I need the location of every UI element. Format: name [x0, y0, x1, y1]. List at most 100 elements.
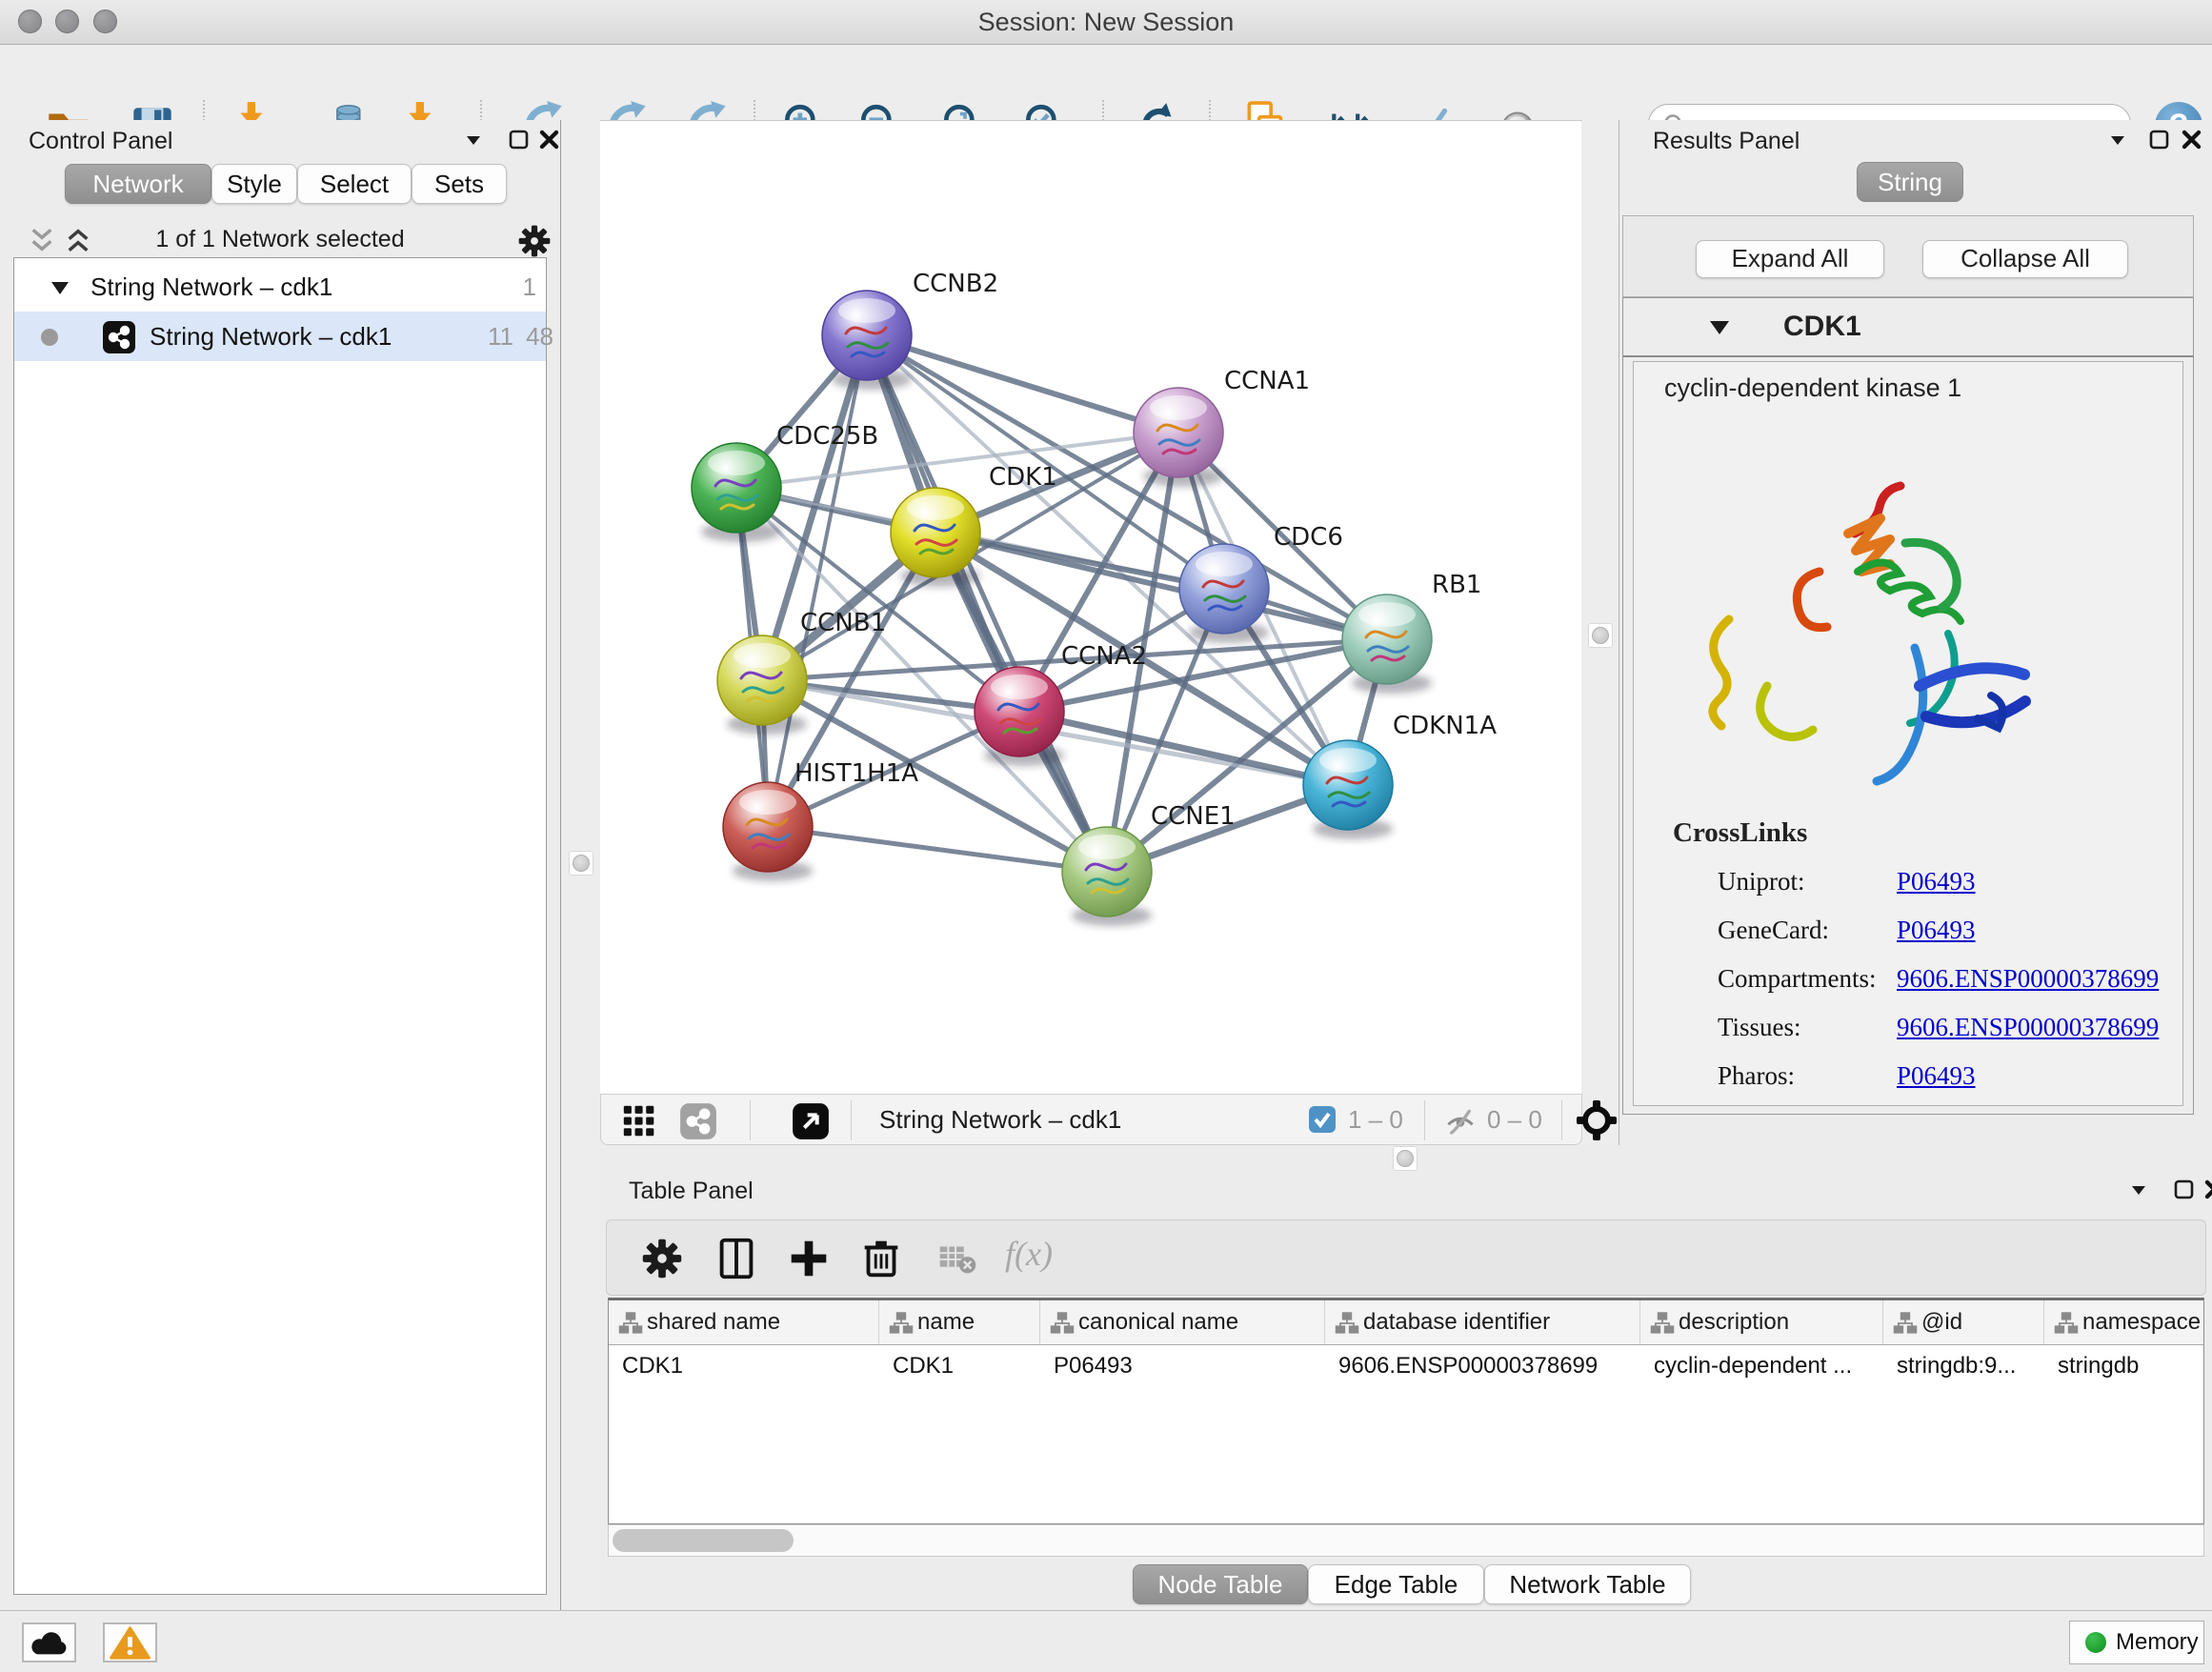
checkbox-checked-icon [1308, 1105, 1337, 1134]
network-row-selected[interactable]: String Network – cdk1 11 48 [14, 312, 546, 361]
protein-name: CDK1 [1783, 311, 1861, 343]
memory-status-dot [2085, 1632, 2106, 1653]
tab-edge-table[interactable]: Edge Table [1308, 1564, 1484, 1604]
table-panel-title: Table Panel [629, 1178, 754, 1205]
selected-nodes-checkbox[interactable] [1308, 1105, 1337, 1138]
column-header-database-identifier[interactable]: database identifier [1325, 1300, 1640, 1344]
control-tab-network[interactable]: Network [65, 164, 211, 204]
crosslink-row: Pharos: P06493 [1634, 1054, 2184, 1102]
crosslink-link[interactable]: P06493 [1897, 1061, 1976, 1091]
column-type-icon [618, 1311, 643, 1336]
network-selection-status: 1 of 1 Network selected [0, 226, 560, 253]
protein-section-header[interactable]: CDK1 [1623, 298, 2193, 357]
panel-close-icon[interactable] [2178, 126, 2206, 154]
table-cell[interactable]: P06493 [1054, 1344, 1321, 1386]
column-type-icon [1893, 1311, 1918, 1336]
crosslink-label: GeneCard: [1718, 916, 1829, 945]
tree-expand-icon[interactable] [49, 277, 71, 298]
table-cell[interactable]: CDK1 [893, 1344, 1036, 1386]
column-type-icon [1650, 1311, 1675, 1336]
vertical-splitter-right[interactable] [1582, 120, 1619, 1145]
show-columns-icon[interactable] [712, 1234, 761, 1283]
node-HIST1H1A[interactable]: HIST1H1A [723, 759, 918, 881]
edge-CCNB2-CCNE1[interactable] [867, 335, 1107, 872]
column-header-name[interactable]: name [879, 1300, 1040, 1344]
panel-float-icon[interactable] [459, 126, 488, 154]
tab-node-table[interactable]: Node Table [1133, 1564, 1308, 1604]
collapse-all-button[interactable]: Collapse All [1922, 240, 2128, 278]
expand-all-button[interactable]: Expand All [1696, 240, 1884, 278]
control-tab-style[interactable]: Style [211, 164, 297, 204]
panel-float-icon[interactable] [2103, 126, 2132, 154]
node-label-CCNA1: CCNA1 [1224, 367, 1310, 395]
panel-maximize-icon[interactable] [505, 126, 533, 154]
cloud-status-button[interactable] [22, 1622, 76, 1662]
scrollbar-thumb[interactable] [613, 1529, 794, 1552]
panel-float-icon[interactable] [2124, 1176, 2153, 1204]
panel-close-icon[interactable] [535, 126, 564, 154]
edge-CCNB2-CCNA1[interactable] [867, 335, 1178, 433]
panel-maximize-icon[interactable] [2145, 126, 2174, 154]
column-header--id[interactable]: @id [1883, 1300, 2044, 1344]
table-cell[interactable]: CDK1 [622, 1344, 875, 1386]
splitter-handle[interactable] [1588, 623, 1613, 648]
edge-HIST1H1A-CCNE1[interactable] [768, 827, 1107, 872]
node-CCNA1[interactable]: CCNA1 [1134, 367, 1310, 487]
table-cell[interactable]: cyclin-dependent ... [1654, 1344, 1880, 1386]
horizontal-splitter[interactable] [600, 1145, 2212, 1172]
column-header-canonical-name[interactable]: canonical name [1040, 1300, 1325, 1344]
tab-network-table[interactable]: Network Table [1484, 1564, 1691, 1604]
node-RB1[interactable]: RB1 [1342, 571, 1481, 694]
collection-count: 1 [479, 272, 536, 302]
gear-icon[interactable] [514, 221, 554, 261]
grid-view-icon[interactable] [622, 1104, 656, 1138]
column-header-description[interactable]: description [1640, 1300, 1883, 1344]
window-title: Session: New Session [0, 8, 2212, 37]
panel-maximize-icon[interactable] [2170, 1176, 2199, 1204]
table-toolbar: f(x) [606, 1219, 2206, 1296]
column-header-shared-name[interactable]: shared name [609, 1300, 879, 1344]
add-column-icon[interactable] [784, 1234, 834, 1283]
node-CCNE1[interactable]: CCNE1 [1062, 802, 1236, 926]
node-CCNB2[interactable]: CCNB2 [822, 270, 998, 390]
network-collection-row[interactable]: String Network – cdk1 1 [14, 262, 546, 312]
crosslink-link[interactable]: 9606.ENSP00000378699 [1897, 964, 2159, 994]
memory-button[interactable]: Memory [2069, 1621, 2204, 1664]
splitter-handle[interactable] [1393, 1146, 1418, 1171]
section-collapse-icon[interactable] [1707, 317, 1732, 338]
string-network-graph[interactable]: CCNB2CCNA1CDC25BCDK1CDC6RB1CCNB1CCNA2CDK… [600, 121, 1581, 1095]
warning-icon [105, 1624, 155, 1661]
function-builder-icon-disabled: f(x) [1005, 1234, 1053, 1274]
table-horizontal-scrollbar[interactable] [608, 1524, 2204, 1557]
table-panel: Table Panel [600, 1172, 2212, 1610]
crosslink-link[interactable]: P06493 [1897, 867, 1976, 896]
panel-close-icon[interactable] [2201, 1176, 2212, 1204]
warnings-button[interactable] [103, 1622, 157, 1662]
node-label-CDK1: CDK1 [989, 463, 1057, 492]
crosslink-label: Pharos: [1718, 1061, 1795, 1091]
crosslink-link[interactable]: 9606.ENSP00000378699 [1897, 1013, 2159, 1042]
column-type-icon [889, 1311, 914, 1336]
network-view-icon[interactable] [679, 1102, 717, 1140]
node-label-CCNE1: CCNE1 [1151, 802, 1236, 831]
table-cell[interactable]: stringdb [2058, 1344, 2202, 1386]
table-cell[interactable]: 9606.ENSP00000378699 [1338, 1344, 1637, 1386]
control-tab-select[interactable]: Select [297, 164, 412, 204]
network-list-header: 1 of 1 Network selected [0, 221, 560, 259]
table-settings-gear-icon[interactable] [637, 1234, 687, 1283]
vertical-splitter-left[interactable] [561, 120, 600, 1610]
splitter-handle[interactable] [569, 851, 593, 876]
control-tab-sets[interactable]: Sets [412, 164, 507, 204]
tab-string[interactable]: String [1857, 162, 1963, 202]
column-header-namespace[interactable]: namespace [2044, 1300, 2204, 1344]
crosslink-link[interactable]: P06493 [1897, 916, 1976, 945]
detach-view-icon[interactable] [792, 1102, 830, 1140]
edge-CCNA2-CDKN1A[interactable] [1019, 712, 1348, 785]
table-cell[interactable]: stringdb:9... [1897, 1344, 2041, 1386]
network-view-canvas[interactable]: CCNB2CCNA1CDC25BCDK1CDC6RB1CCNB1CCNA2CDK… [600, 120, 1581, 1095]
birds-eye-view-icon[interactable] [1575, 1098, 1619, 1142]
delete-column-icon[interactable] [856, 1234, 906, 1283]
node-CDKN1A[interactable]: CDKN1A [1303, 712, 1497, 839]
protein-description: cyclin-dependent kinase 1 [1664, 373, 1961, 403]
node-label-CDKN1A: CDKN1A [1393, 712, 1497, 740]
